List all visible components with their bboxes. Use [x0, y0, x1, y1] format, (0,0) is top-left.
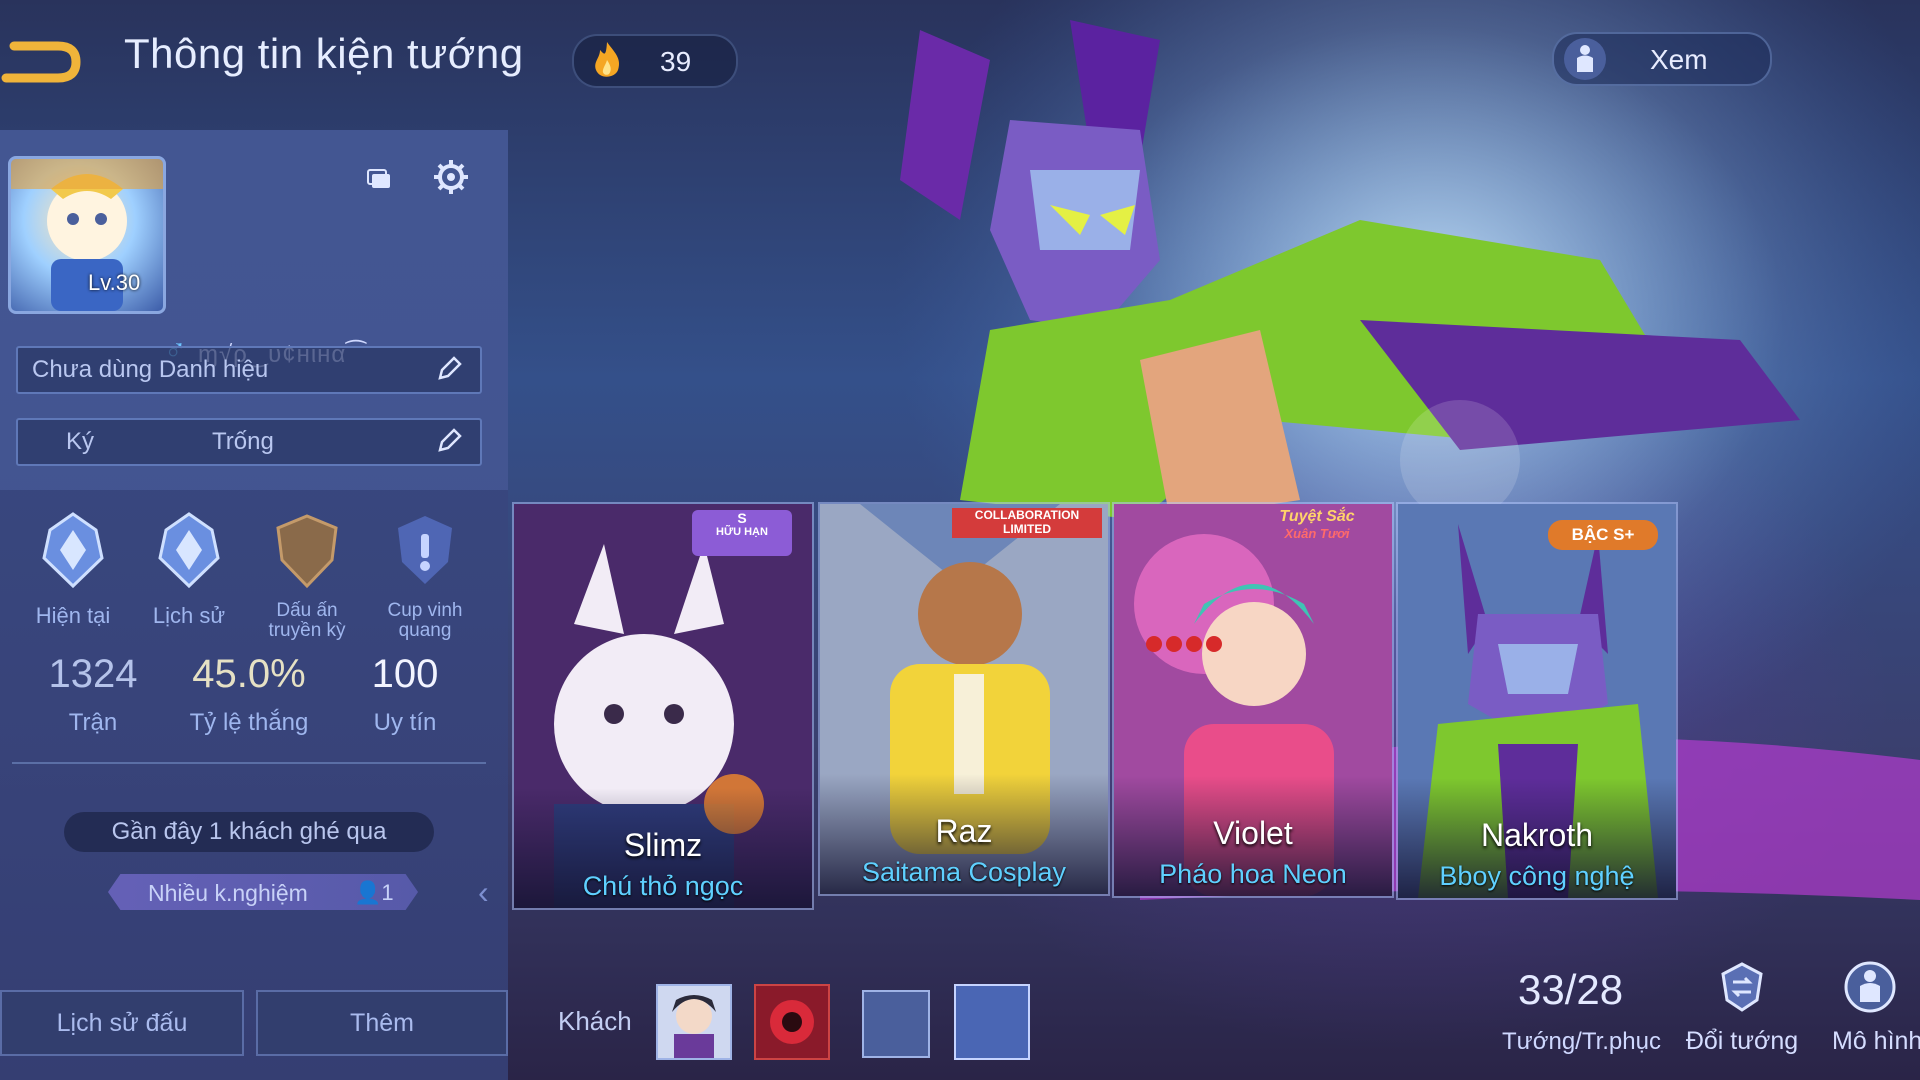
signature-value: Trống	[212, 428, 274, 455]
fire-count: 39	[660, 46, 692, 77]
page-title: Thông tin kiện tướng	[124, 30, 524, 77]
hero-card-nakroth[interactable]: BẬC S+ Nakroth Bboy công nghệ	[1396, 502, 1678, 900]
stat-value: 1324	[48, 652, 138, 696]
card-skin-name: Saitama Cosplay	[861, 857, 1067, 887]
stat-value: 100	[371, 652, 439, 696]
message-icon[interactable]	[366, 166, 392, 192]
pencil-icon[interactable]	[434, 354, 464, 384]
card-hero-name: Nakroth	[1480, 817, 1594, 853]
experience-count-value: 1	[381, 880, 394, 905]
stat-reputation: 100 Uy tín	[330, 652, 480, 737]
hero-card-raz[interactable]: COLLABORATION LIMITED Raz Saitama Cospla…	[818, 502, 1110, 896]
more-button[interactable]: Thêm	[256, 990, 508, 1056]
card-tag-line2: LIMITED	[1003, 522, 1051, 536]
profile-block: Lv.30 ♂ ɱ√ρ‿υ¢нιнα⁀ Chưa dùng Danh hiệu …	[0, 130, 508, 490]
badge-label-line1: Dấu ấn	[276, 600, 338, 621]
view-button[interactable]: Xem	[1552, 32, 1772, 86]
gear-icon[interactable]	[432, 158, 470, 196]
title-field-text: Chưa dùng Danh hiệu	[32, 356, 269, 383]
diamond-rank-icon	[158, 512, 220, 589]
badge-label-line1: Cup vinh	[387, 600, 463, 621]
card-tag: Tuyệt Sắc Xuân Tươi	[1252, 508, 1382, 554]
change-hero-button[interactable]: Đổi tướng	[1682, 960, 1802, 1056]
guest-avatar-1[interactable]	[656, 984, 732, 1060]
guest-avatar-image	[770, 1000, 814, 1044]
badge-label: Cup vinh quang	[370, 601, 480, 641]
card-tag: S HỮU HẠN	[692, 510, 792, 556]
profile-panel: Lv.30 ♂ ɱ√ρ‿υ¢нιнα⁀ Chưa dùng Danh hiệu …	[0, 130, 508, 1080]
card-tag-line2: HỮU HẠN	[716, 526, 768, 538]
card-skin-name: Bboy công nghệ	[1439, 861, 1635, 891]
hero-skin-count: 33/28	[1518, 966, 1624, 1013]
card-tag-line1: S	[737, 510, 747, 526]
badge-label: Hiện tại	[35, 603, 111, 628]
hero-card-violet[interactable]: Tuyệt Sắc Xuân Tươi Violet Pháo hoa Neon	[1112, 502, 1394, 898]
swap-hero-icon	[1721, 962, 1763, 1012]
badge-label: Lịch sử	[152, 603, 226, 628]
badge-label-line2: truyền kỳ	[268, 620, 346, 641]
person-icon: 👤	[354, 880, 382, 905]
chevron-left-icon[interactable]: ‹	[478, 874, 489, 911]
model-label: Mô hình	[1832, 1027, 1920, 1055]
model-button[interactable]: Mô hình	[1820, 960, 1920, 1056]
guests-label: Khách	[558, 1006, 632, 1036]
pencil-icon[interactable]	[434, 426, 464, 456]
card-hero-name: Violet	[1213, 815, 1293, 851]
change-hero-label: Đổi tướng	[1685, 1027, 1799, 1055]
stat-label: Uy tín	[373, 709, 437, 736]
stat-value: 45.0%	[192, 652, 306, 696]
experience-label: Nhiều k.nghiệm	[148, 880, 308, 906]
card-hero-name: Raz	[935, 813, 993, 849]
guest-slot-empty[interactable]	[954, 984, 1030, 1060]
experience-tag[interactable]: Nhiều k.nghiệm 👤1	[108, 874, 418, 910]
badge-current-rank[interactable]: Hiện tại	[18, 510, 128, 627]
card-hero-name: Slimz	[623, 827, 703, 863]
person-model-icon	[1844, 961, 1896, 1013]
hero-skin-count-label: Tướng/Tr.phục	[1502, 1028, 1661, 1055]
card-tag-line1: COLLABORATION	[974, 508, 1080, 522]
recent-visitors[interactable]: Gần đây 1 khách ghé qua	[64, 812, 434, 852]
person-icon	[1564, 38, 1606, 80]
legend-shield-icon	[276, 514, 338, 589]
stat-winrate: 45.0% Tỷ lệ thắng	[174, 652, 324, 737]
badge-glory-cup[interactable]: Cup vinh quang	[370, 510, 480, 641]
badge-legend-mark[interactable]: Dấu ấn truyền kỳ	[252, 510, 362, 641]
diamond-rank-icon	[42, 512, 104, 589]
level-badge: Lv.30	[88, 270, 141, 295]
card-skin-name: Pháo hoa Neon	[1159, 859, 1347, 889]
back-arrow-icon	[1, 41, 81, 83]
guest-avatar-2[interactable]	[754, 984, 830, 1060]
signature-field[interactable]: Ký Trống	[16, 418, 482, 466]
card-tag-line2: Xuân Tươi	[1284, 526, 1350, 541]
avatar[interactable]	[8, 156, 166, 314]
avatar-image	[11, 159, 163, 311]
glory-cup-icon	[398, 516, 452, 584]
badge-history-rank[interactable]: Lịch sử	[134, 510, 244, 627]
guest-slot-empty[interactable]	[862, 990, 930, 1058]
hero-card-slimz[interactable]: S HỮU HẠN Slimz Chú thỏ ngọc	[512, 502, 814, 910]
card-tag-line1: Tuyệt Sắc	[1279, 508, 1355, 525]
card-tag: BẬC S+	[1548, 520, 1658, 550]
fire-icon	[595, 42, 620, 77]
badge-label: Dấu ấn truyền kỳ	[252, 601, 362, 641]
badge-label-line2: quang	[398, 620, 452, 641]
back-button[interactable]	[0, 32, 90, 92]
stat-label: Tỷ lệ thắng	[189, 709, 309, 736]
stat-matches: 1324 Trận	[18, 652, 168, 737]
card-skin-name: Chú thỏ ngọc	[582, 871, 744, 901]
fire-counter: 39	[572, 34, 738, 88]
title-field[interactable]: Chưa dùng Danh hiệu	[16, 346, 482, 394]
view-button-label: Xem	[1650, 44, 1708, 75]
signature-label: Ký	[66, 428, 95, 455]
experience-count: 👤1	[354, 880, 394, 906]
stat-label: Trận	[68, 709, 118, 736]
rank-badges: Hiện tại Lịch sử Dấu ấn truyền kỳ Cup vi…	[0, 510, 508, 670]
card-tag: COLLABORATION LIMITED	[952, 508, 1102, 538]
divider	[12, 762, 486, 764]
guest-avatar-image	[672, 995, 716, 1058]
match-history-button[interactable]: Lịch sử đấu	[0, 990, 244, 1056]
